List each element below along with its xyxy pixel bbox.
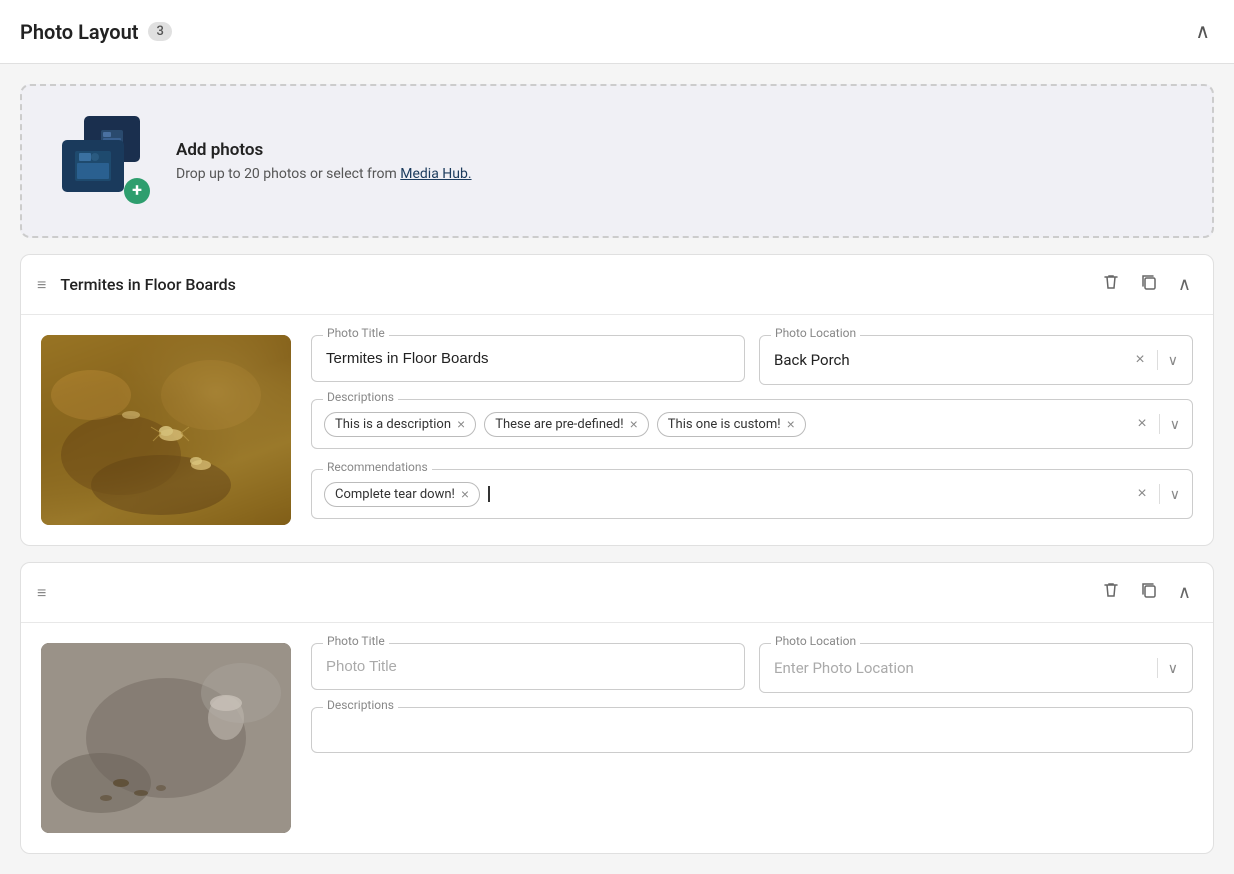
copy-icon-2 xyxy=(1140,581,1158,599)
photo-location-actions-1: × ∨ xyxy=(1133,350,1178,370)
photo-location-chevron-2[interactable]: ∨ xyxy=(1168,660,1178,677)
dropzone-icon: + xyxy=(62,116,152,206)
recommendation-tag-0: Complete tear down! × xyxy=(324,482,480,507)
descriptions-clear-1[interactable]: × xyxy=(1135,415,1148,433)
photo-title-label-1: Photo Title xyxy=(323,326,389,340)
photo-card-actions-2: ∧ xyxy=(1096,577,1197,608)
description-tag-0: This is a description × xyxy=(324,412,476,437)
photo-card-title-1: Termites in Floor Boards xyxy=(60,275,1085,294)
photo-card-body-1: Photo Title Photo Location Back Porch × … xyxy=(21,315,1213,545)
photo-location-label-2: Photo Location xyxy=(771,634,860,648)
photo-card-actions-1: ∧ xyxy=(1096,269,1197,300)
remove-description-tag-2[interactable]: × xyxy=(787,417,795,431)
photo-section-2: ≡ ∧ xyxy=(20,562,1214,854)
photo-fields-2: Photo Title Photo Location Enter Photo L… xyxy=(311,643,1193,833)
remove-recommendation-tag-0[interactable]: × xyxy=(461,487,469,501)
photo-fields-1: Photo Title Photo Location Back Porch × … xyxy=(311,335,1193,525)
descriptions-field-actions-1: × ∨ xyxy=(1135,414,1180,434)
dropzone-text: Add photos Drop up to 20 photos or selec… xyxy=(176,140,472,182)
photo-card-header-2: ≡ ∧ xyxy=(21,563,1213,623)
delete-section-2-button[interactable] xyxy=(1096,577,1126,608)
wall-image xyxy=(41,643,291,833)
header-left: Photo Layout 3 xyxy=(20,20,172,44)
recommendations-label-1: Recommendations xyxy=(323,460,432,474)
title-location-row-1: Photo Title Photo Location Back Porch × … xyxy=(311,335,1193,385)
description-tag-1: These are pre-defined! × xyxy=(484,412,649,437)
dropzone-description: Drop up to 20 photos or select from Medi… xyxy=(176,166,472,182)
photo-section-1: ≡ Termites in Floor Boards ∧ xyxy=(20,254,1214,546)
photo-location-label-1: Photo Location xyxy=(771,326,860,340)
title-location-row-2: Photo Title Photo Location Enter Photo L… xyxy=(311,643,1193,693)
recommendations-chevron-1[interactable]: ∨ xyxy=(1170,486,1180,503)
photo-card-header-1: ≡ Termites in Floor Boards ∧ xyxy=(21,255,1213,315)
media-hub-link[interactable]: Media Hub. xyxy=(400,166,471,182)
recommendations-tags-1[interactable]: Complete tear down! × × ∨ xyxy=(311,469,1193,519)
descriptions-label-1: Descriptions xyxy=(323,390,398,404)
header-collapse-button[interactable]: ∧ xyxy=(1191,15,1214,48)
remove-description-tag-0[interactable]: × xyxy=(457,417,465,431)
delete-section-1-button[interactable] xyxy=(1096,269,1126,300)
remove-description-tag-1[interactable]: × xyxy=(630,417,638,431)
tag-text: This one is custom! xyxy=(668,417,781,432)
photo-title-label-2: Photo Title xyxy=(323,634,389,648)
photo-location-value-1: Back Porch xyxy=(774,351,1133,369)
recommendations-field-actions-1: × ∨ xyxy=(1135,484,1180,504)
photo-location-chevron-1[interactable]: ∨ xyxy=(1168,352,1178,369)
trash-icon xyxy=(1102,273,1120,291)
copy-section-2-button[interactable] xyxy=(1134,577,1164,608)
photo-title-input-2[interactable] xyxy=(311,643,745,690)
descriptions-label-2: Descriptions xyxy=(323,698,398,712)
section-count-badge: 3 xyxy=(148,22,171,41)
photo-location-field-1: Photo Location Back Porch × ∨ xyxy=(759,335,1193,385)
tag-text: This is a description xyxy=(335,417,451,432)
recommendations-clear-1[interactable]: × xyxy=(1135,485,1148,503)
page-title: Photo Layout xyxy=(20,20,138,44)
descriptions-tags-1[interactable]: This is a description × These are pre-de… xyxy=(311,399,1193,449)
photo-thumbnail-2 xyxy=(41,643,291,833)
recommendations-field-1: Recommendations Complete tear down! × × … xyxy=(311,469,1193,525)
dropzone-title: Add photos xyxy=(176,140,472,160)
drag-handle-icon-2[interactable]: ≡ xyxy=(37,583,46,603)
copy-icon xyxy=(1140,273,1158,291)
photo-dropzone[interactable]: + Add photos Drop up to 20 photos or sel… xyxy=(20,84,1214,238)
drag-handle-icon-1[interactable]: ≡ xyxy=(37,275,46,295)
photo-title-field-2: Photo Title xyxy=(311,643,745,693)
photo-title-input-1[interactable] xyxy=(311,335,745,382)
tag-text: These are pre-defined! xyxy=(495,417,623,432)
add-photo-plus: + xyxy=(124,178,150,204)
descriptions-field-1: Descriptions This is a description × The… xyxy=(311,399,1193,455)
photo-location-field-2: Photo Location Enter Photo Location ∨ xyxy=(759,643,1193,693)
photo-thumbnail-1 xyxy=(41,335,291,525)
photo-location-select-2[interactable]: Enter Photo Location ∨ xyxy=(759,643,1193,693)
descriptions-chevron-1[interactable]: ∨ xyxy=(1170,416,1180,433)
tag-text: Complete tear down! xyxy=(335,487,455,502)
photo-location-clear-1[interactable]: × xyxy=(1133,351,1146,369)
photo-location-actions-2: ∨ xyxy=(1153,658,1178,678)
photo-location-value-2: Enter Photo Location xyxy=(774,659,1153,677)
main-content: + Add photos Drop up to 20 photos or sel… xyxy=(0,64,1234,874)
descriptions-tags-2[interactable] xyxy=(311,707,1193,753)
text-cursor xyxy=(488,486,490,502)
copy-section-1-button[interactable] xyxy=(1134,269,1164,300)
photo-title-field-1: Photo Title xyxy=(311,335,745,385)
description-tag-2: This one is custom! × xyxy=(657,412,806,437)
page-header: Photo Layout 3 ∧ xyxy=(0,0,1234,64)
collapse-section-2-button[interactable]: ∧ xyxy=(1172,578,1197,607)
collapse-section-1-button[interactable]: ∧ xyxy=(1172,270,1197,299)
descriptions-field-2: Descriptions xyxy=(311,707,1193,833)
trash-icon-2 xyxy=(1102,581,1120,599)
termite-image xyxy=(41,335,291,525)
photo-card-body-2: Photo Title Photo Location Enter Photo L… xyxy=(21,623,1213,853)
photo-location-select-1[interactable]: Back Porch × ∨ xyxy=(759,335,1193,385)
